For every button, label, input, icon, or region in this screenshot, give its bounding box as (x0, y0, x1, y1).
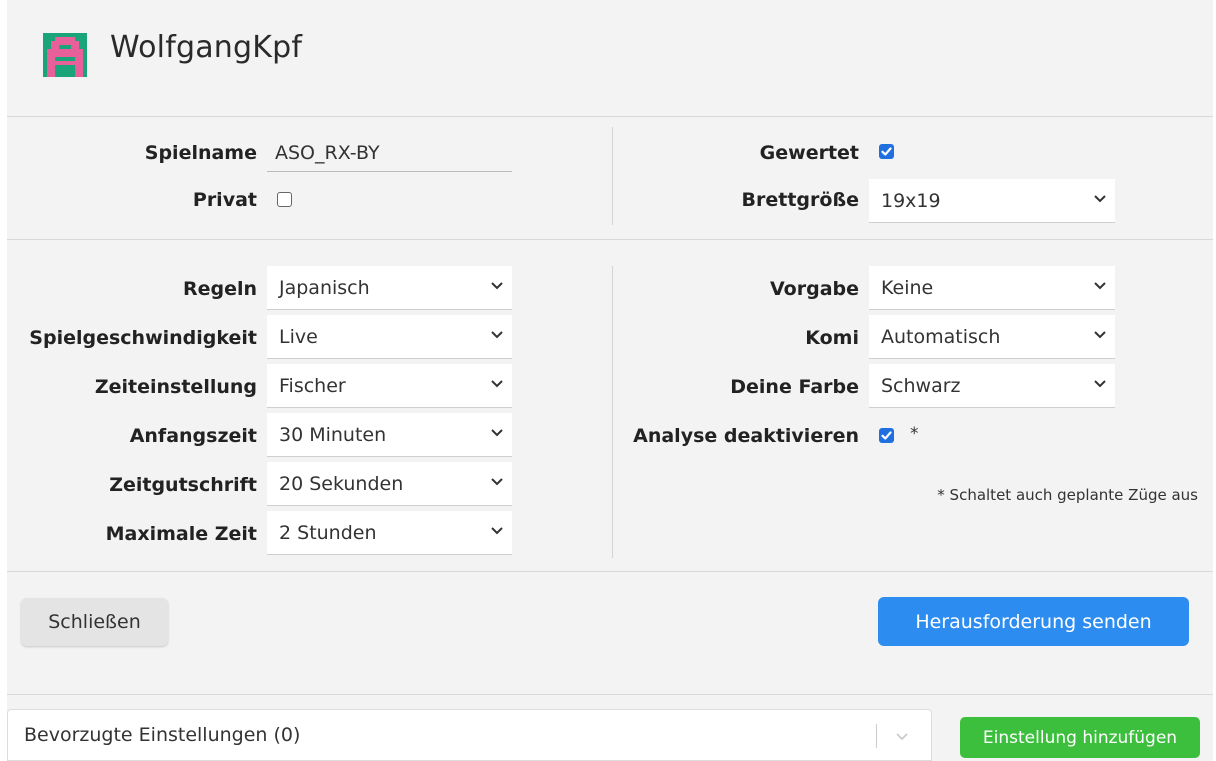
chevron-down-icon (1094, 195, 1106, 203)
checkmark-icon (881, 147, 892, 156)
rules-select[interactable]: Japanisch (267, 266, 512, 310)
game-name-input[interactable]: ASO_RX-BY (267, 134, 512, 172)
rules-label: Regeln (182, 278, 257, 300)
color-value: Schwarz (881, 375, 961, 397)
board-size-label: Brettgröße (741, 189, 859, 211)
time-increment-label: Zeitgutschrift (109, 474, 257, 496)
pixel-avatar-icon (43, 33, 87, 77)
time-control-select[interactable]: Fischer (267, 364, 512, 408)
chevron-down-icon (491, 282, 503, 290)
initial-time-label: Anfangszeit (129, 425, 257, 447)
disable-analysis-label: Analyse deaktivieren (633, 425, 859, 447)
initial-time-value: 30 Minuten (279, 424, 387, 446)
analysis-asterisk: * (910, 424, 919, 444)
chevron-down-icon (491, 429, 503, 437)
game-speed-value: Live (279, 326, 318, 348)
color-label: Deine Farbe (730, 376, 859, 398)
chevron-down-icon (491, 478, 503, 486)
send-challenge-button[interactable]: Herausforderung senden (878, 597, 1189, 646)
chevron-down-icon (491, 380, 503, 388)
challenge-dialog: WolfgangKpf Spielname ASO_RX-BY Privat G… (7, 0, 1213, 761)
board-size-select[interactable]: 19x19 (869, 179, 1115, 223)
board-size-value: 19x19 (881, 190, 941, 212)
favorites-label: Bevorzugte Einstellungen (0) (24, 724, 301, 746)
handicap-select[interactable]: Keine (869, 266, 1115, 310)
close-button[interactable]: Schließen (21, 598, 168, 646)
analysis-note: * Schaltet auch geplante Züge aus (937, 486, 1198, 504)
favorites-divider (7, 694, 1213, 695)
initial-time-select[interactable]: 30 Minuten (267, 413, 512, 457)
rules-value: Japanisch (279, 277, 370, 299)
chevron-down-icon (1094, 282, 1106, 290)
username: WolfgangKpf (110, 30, 303, 65)
game-speed-label: Spielgeschwindigkeit (29, 327, 257, 349)
private-label: Privat (192, 189, 257, 211)
favorites-separator (876, 724, 877, 748)
max-time-select[interactable]: 2 Stunden (267, 511, 512, 555)
ranked-checkbox[interactable] (879, 144, 894, 159)
game-speed-select[interactable]: Live (267, 315, 512, 359)
section-divider (7, 239, 1213, 240)
color-select[interactable]: Schwarz (869, 364, 1115, 408)
favorites-select[interactable]: Bevorzugte Einstellungen (0) (7, 709, 932, 761)
time-control-value: Fischer (279, 375, 346, 397)
ranked-label: Gewertet (759, 142, 859, 164)
chevron-down-icon (896, 733, 908, 741)
komi-label: Komi (805, 327, 859, 349)
chevron-down-icon (1094, 331, 1106, 339)
chevron-down-icon (1094, 380, 1106, 388)
max-time-value: 2 Stunden (279, 522, 377, 544)
checkmark-icon (881, 431, 892, 440)
max-time-label: Maximale Zeit (105, 523, 257, 545)
time-control-label: Zeiteinstellung (94, 376, 257, 398)
dialog-header: WolfgangKpf (7, 0, 1213, 117)
settings-column-divider (612, 266, 613, 558)
private-checkbox[interactable] (277, 192, 292, 207)
time-increment-select[interactable]: 20 Sekunden (267, 462, 512, 506)
time-increment-value: 20 Sekunden (279, 473, 404, 495)
add-setting-button[interactable]: Einstellung hinzufügen (960, 717, 1200, 758)
footer-divider (7, 571, 1213, 572)
general-column-divider (612, 127, 613, 225)
game-name-label: Spielname (144, 142, 257, 164)
chevron-down-icon (491, 527, 503, 535)
chevron-down-icon (491, 331, 503, 339)
handicap-label: Vorgabe (770, 278, 859, 300)
handicap-value: Keine (881, 277, 934, 299)
komi-value: Automatisch (881, 326, 1001, 348)
komi-select[interactable]: Automatisch (869, 315, 1115, 359)
disable-analysis-checkbox[interactable] (879, 428, 894, 443)
